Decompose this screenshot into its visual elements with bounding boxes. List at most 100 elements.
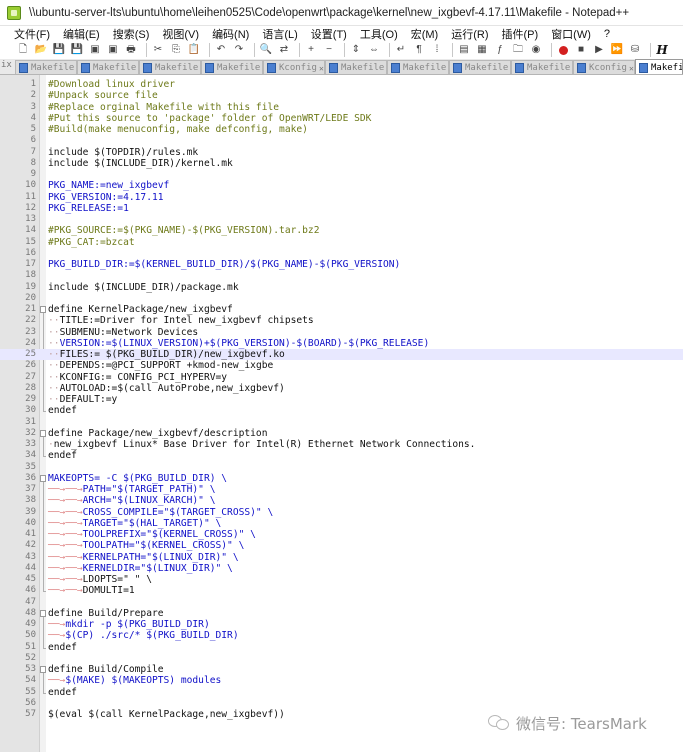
menu-item[interactable]: 工具(O) [360, 26, 398, 42]
word-wrap-icon[interactable]: ↵ [394, 43, 408, 57]
menu-item[interactable]: 语言(L) [262, 26, 297, 42]
code-line[interactable]: 23 ··SUBMENU:=Network Devices [0, 327, 683, 338]
code-line[interactable]: 28 ··AUTOLOAD:=$(call AutoProbe,new_ixgbe… [0, 383, 683, 394]
code-line[interactable]: 40 ──→──→TARGET="$(HAL_TARGET)" \ [0, 518, 683, 529]
code-line[interactable]: 41 ──→──→TOOLPREFIX="$(KERNEL_CROSS)" \ [0, 529, 683, 540]
code-line[interactable]: 47 [0, 597, 683, 608]
menu-item[interactable]: ? [604, 28, 610, 40]
code-line[interactable]: 35 [0, 462, 683, 473]
code-line[interactable]: 34 endef [0, 450, 683, 461]
print-icon[interactable]: 🖶 [124, 43, 138, 57]
close-icon[interactable]: ▣ [88, 43, 102, 57]
document-tab[interactable]: Makefile [635, 59, 683, 74]
code-line[interactable]: 45 ──→──→LDOPTS=" " \ [0, 574, 683, 585]
menu-item[interactable]: 宏(M) [411, 26, 439, 42]
code-line[interactable]: 54 ──→$(MAKE) $(MAKEOPTS) modules [0, 675, 683, 686]
document-tab[interactable]: Makefile✕ [325, 60, 387, 74]
code-line[interactable]: 16 [0, 248, 683, 259]
code-line[interactable]: 14 #PKG_SOURCE:=$(PKG_NAME)-$(PKG_VERSION… [0, 225, 683, 236]
function-h-icon[interactable]: H [655, 43, 669, 57]
menu-item[interactable]: 窗口(W) [551, 26, 591, 42]
code-line[interactable]: 15 #PKG_CAT:=bzcat [0, 237, 683, 248]
document-tab[interactable]: Makefile✕ [449, 60, 511, 74]
code-line[interactable]: 38 ──→──→ARCH="$(LINUX_KARCH)" \ [0, 495, 683, 506]
code-line[interactable]: 53 define Build/Compile [0, 664, 683, 675]
monitoring-icon[interactable]: ◉ [529, 43, 543, 57]
code-line[interactable]: 5 #Build(make menuconfig, make defconfig,… [0, 124, 683, 135]
code-line[interactable]: 31 [0, 417, 683, 428]
save-all-icon[interactable]: 💾 [70, 43, 84, 57]
code-line[interactable]: 21 define KernelPackage/new_ixgbevf [0, 304, 683, 315]
document-tab[interactable]: Kconfig ✕ [573, 60, 635, 74]
stop-macro-icon[interactable]: ■ [574, 43, 588, 57]
code-line[interactable]: 49 ──→mkdir -p $(PKG_BUILD_DIR) [0, 619, 683, 630]
indent-guide-icon[interactable]: ⁞ [430, 43, 444, 57]
code-line[interactable]: 55 endef [0, 687, 683, 698]
copy-icon[interactable]: ⎘ [169, 43, 183, 57]
code-line[interactable]: 43 ──→──→KERNELPATH="$(LINUX_DIR)" \ [0, 552, 683, 563]
tab-overflow-fragment[interactable]: ix [0, 60, 16, 74]
play-macro-icon[interactable]: ▶ [592, 43, 606, 57]
code-line[interactable]: 48 define Build/Prepare [0, 608, 683, 619]
menu-item[interactable]: 编码(N) [212, 26, 249, 42]
code-line[interactable]: 37 ──→──→PATH="$(TARGET_PATH)" \ [0, 484, 683, 495]
replace-icon[interactable]: ⇄ [277, 43, 291, 57]
code-line[interactable]: 6 [0, 135, 683, 146]
save-icon[interactable]: 💾 [52, 43, 66, 57]
document-tab[interactable]: Makefile✕ [201, 60, 263, 74]
record-macro-icon[interactable] [556, 43, 570, 57]
code-line[interactable]: 9 [0, 169, 683, 180]
undo-icon[interactable]: ↶ [214, 43, 228, 57]
function-list-icon[interactable]: ƒ [493, 43, 507, 57]
code-line[interactable]: 19 include $(INCLUDE_DIR)/package.mk [0, 282, 683, 293]
document-tab[interactable]: Makefile✕ [139, 60, 201, 74]
doc-map-icon[interactable]: ▦ [475, 43, 489, 57]
code-line[interactable]: 51 endef [0, 642, 683, 653]
zoom-in-icon[interactable]: + [304, 43, 318, 57]
document-tab[interactable]: Makefile✕ [511, 60, 573, 74]
code-line[interactable]: 17 PKG_BUILD_DIR:=$(KERNEL_BUILD_DIR)/$(P… [0, 259, 683, 270]
code-line[interactable]: 26 ··DEPENDS:=@PCI_SUPPORT +kmod-new_ixgb… [0, 360, 683, 371]
code-line[interactable]: 18 [0, 270, 683, 281]
sync-vertical-icon[interactable]: ⇕ [349, 43, 363, 57]
code-line[interactable]: 10 PKG_NAME:=new_ixgbevf [0, 180, 683, 191]
menu-item[interactable]: 运行(R) [451, 26, 488, 42]
save-macro-icon[interactable]: ⛁ [628, 43, 642, 57]
code-line[interactable]: 29 ··DEFAULT:=y [0, 394, 683, 405]
code-line[interactable]: 13 [0, 214, 683, 225]
document-tab[interactable]: Makefile✕ [15, 60, 77, 74]
code-line[interactable]: 4 #Put this source to 'package' folder of… [0, 113, 683, 124]
code-editor[interactable]: 1 #Download linux driver 2 #Unpack source f… [0, 75, 683, 752]
code-line[interactable]: 42 ──→──→TOOLPATH="$(KERNEL_CROSS)" \ [0, 540, 683, 551]
code-line[interactable]: 22 ··TITLE:=Driver for Intel new_ixgbevf … [0, 315, 683, 326]
zoom-out-icon[interactable]: − [322, 43, 336, 57]
code-line[interactable]: 1 #Download linux driver [0, 79, 683, 90]
code-line[interactable]: 50 ──→$(CP) ./src/* $(PKG_BUILD_DIR) [0, 630, 683, 641]
code-line[interactable]: 12 PKG_RELEASE:=1 [0, 203, 683, 214]
menu-item[interactable]: 插件(P) [502, 26, 539, 42]
menu-item[interactable]: 编辑(E) [63, 26, 100, 42]
document-tab[interactable]: Makefile✕ [77, 60, 139, 74]
find-icon[interactable]: 🔍 [259, 43, 273, 57]
run-macro-multiple-icon[interactable]: ⏩ [610, 43, 624, 57]
code-line[interactable]: 25 ··FILES:= $(PKG_BUILD_DIR)/new_ixgbevf… [0, 349, 683, 361]
code-line[interactable]: 8 include $(INCLUDE_DIR)/kernel.mk [0, 158, 683, 169]
cut-icon[interactable]: ✂ [151, 43, 165, 57]
menu-item[interactable]: 设置(T) [311, 26, 347, 42]
open-file-icon[interactable]: 📂 [34, 43, 48, 57]
code-line[interactable]: 30 endef [0, 405, 683, 416]
user-lang-icon[interactable]: ▤ [457, 43, 471, 57]
document-tab[interactable]: Kconfig ✕ [263, 60, 325, 74]
folder-workspace-icon[interactable]: 🗀 [511, 43, 525, 57]
code-line[interactable]: 36 MAKEOPTS= -C $(PKG_BUILD_DIR) \ [0, 473, 683, 484]
close-icon[interactable]: ✕ [319, 64, 324, 73]
code-line[interactable]: 33 ·new_ixgbevf Linux* Base Driver for In… [0, 439, 683, 450]
code-line[interactable]: 46 ──→──→DOMULTI=1 [0, 585, 683, 596]
code-line[interactable]: 52 [0, 653, 683, 664]
code-line[interactable]: 27 ··KCONFIG:= CONFIG_PCI_HYPERV=y [0, 372, 683, 383]
paste-icon[interactable]: 📋 [187, 43, 201, 57]
code-line[interactable]: 39 ──→──→CROSS_COMPILE="$(TARGET_CROSS)" … [0, 507, 683, 518]
menu-item[interactable]: 搜索(S) [113, 26, 150, 42]
close-all-icon[interactable]: ▣ [106, 43, 120, 57]
redo-icon[interactable]: ↷ [232, 43, 246, 57]
